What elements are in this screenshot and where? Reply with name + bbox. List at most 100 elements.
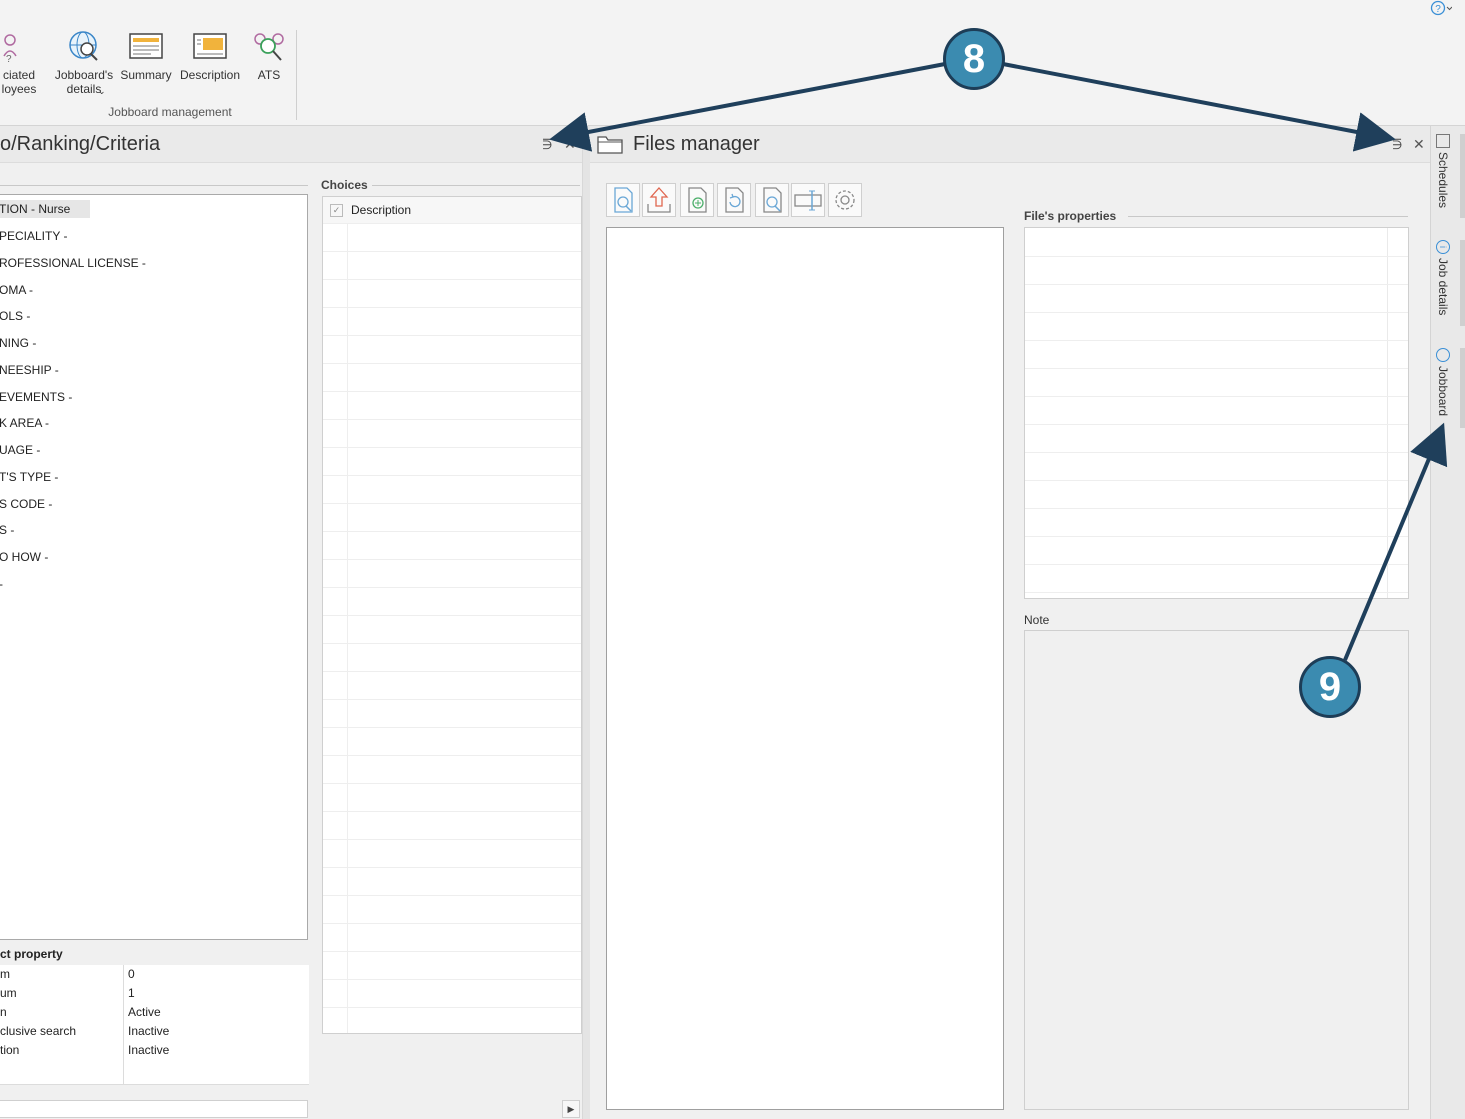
criteria-item[interactable]: TION - Nurse <box>0 200 91 218</box>
criteria-item[interactable]: NING - <box>0 334 36 352</box>
associated-employees-label: ciated loyees <box>1 68 37 96</box>
pin-icon[interactable]: ⋽ <box>542 138 552 152</box>
associated-employees-button[interactable]: ? ciated loyees <box>0 30 38 96</box>
description-label: Description <box>179 68 241 82</box>
description-button[interactable]: Description <box>176 30 244 82</box>
property-row[interactable]: clusive search Inactive <box>0 1022 309 1042</box>
file-property-row[interactable] <box>1025 312 1408 341</box>
choices-row[interactable] <box>323 335 581 364</box>
property-row[interactable]: m0 <box>0 965 309 985</box>
svg-text:?: ? <box>6 54 12 64</box>
file-property-row[interactable] <box>1025 424 1408 453</box>
ats-button[interactable]: ATS <box>250 30 288 82</box>
file-property-row[interactable] <box>1025 508 1408 537</box>
choices-row[interactable] <box>323 1007 581 1033</box>
choices-row[interactable] <box>323 755 581 784</box>
add-file-icon <box>688 187 707 213</box>
file-property-row[interactable] <box>1025 452 1408 481</box>
choices-row[interactable] <box>323 531 581 560</box>
choices-grid[interactable]: ✓ Description <box>322 196 582 1034</box>
choices-row[interactable] <box>323 839 581 868</box>
choices-row[interactable] <box>323 251 581 280</box>
choices-row[interactable] <box>323 979 581 1008</box>
file-property-row[interactable] <box>1025 340 1408 369</box>
close-icon[interactable]: ✕ <box>1413 136 1425 153</box>
criteria-item[interactable]: NEESHIP - <box>0 361 59 379</box>
search-file-button[interactable] <box>755 183 789 217</box>
choices-row[interactable] <box>323 671 581 700</box>
property-row[interactable] <box>0 1060 309 1085</box>
criteria-item[interactable]: S CODE - <box>0 495 52 513</box>
choices-row[interactable] <box>323 279 581 308</box>
property-row[interactable]: n Active <box>0 1003 309 1023</box>
criteria-item[interactable]: T'S TYPE - <box>0 468 58 486</box>
criteria-item[interactable]: UAGE - <box>0 441 40 459</box>
property-row[interactable]: tion Inactive <box>0 1041 309 1061</box>
choices-row[interactable] <box>323 307 581 336</box>
pin-icon[interactable]: ⋽ <box>1392 138 1402 152</box>
choices-row[interactable] <box>323 811 581 840</box>
close-icon[interactable]: ✕ <box>564 136 576 153</box>
property-title: ct property <box>0 947 63 961</box>
file-property-row[interactable] <box>1025 396 1408 425</box>
choices-row[interactable] <box>323 363 581 392</box>
choices-row[interactable] <box>323 615 581 644</box>
choices-row[interactable] <box>323 867 581 896</box>
file-property-row[interactable] <box>1025 256 1408 285</box>
folder-icon <box>597 136 623 154</box>
property-name: tion <box>0 1043 20 1057</box>
file-property-row[interactable] <box>1025 564 1408 593</box>
preview-file-button[interactable] <box>606 183 640 217</box>
side-tab-jobboard[interactable]: Jobboard <box>1436 348 1450 416</box>
choices-row[interactable] <box>323 587 581 616</box>
choices-row[interactable] <box>323 559 581 588</box>
choices-row[interactable] <box>323 699 581 728</box>
side-tab-job-details[interactable]: i Job details <box>1436 240 1450 315</box>
side-tab-indicator <box>1460 240 1465 326</box>
choices-row[interactable] <box>323 475 581 504</box>
criteria-item[interactable]: OMA - <box>0 281 33 299</box>
file-property-row[interactable] <box>1025 284 1408 313</box>
file-property-row[interactable] <box>1025 368 1408 397</box>
choices-row[interactable] <box>323 391 581 420</box>
file-property-row[interactable] <box>1025 480 1408 509</box>
horizontal-scrollbar[interactable] <box>0 1100 308 1118</box>
settings-button[interactable] <box>828 183 862 217</box>
file-properties-grid[interactable] <box>1024 227 1409 599</box>
criteria-item[interactable]: PECIALITY - <box>0 227 67 245</box>
upload-file-button[interactable] <box>642 183 676 217</box>
choices-row[interactable] <box>323 447 581 476</box>
choices-row[interactable] <box>323 643 581 672</box>
choices-row[interactable] <box>323 951 581 980</box>
help-icon[interactable]: ? <box>1430 0 1452 16</box>
refresh-file-button[interactable] <box>717 183 751 217</box>
side-tab-jobboard-label: Jobboard <box>1436 366 1450 417</box>
jobboard-details-button[interactable]: Jobboard's details ⌄ <box>50 30 118 96</box>
criteria-item[interactable]: EVEMENTS - <box>0 388 72 406</box>
checkbox-icon[interactable]: ✓ <box>330 204 343 217</box>
criteria-item[interactable]: K AREA - <box>0 414 49 432</box>
choices-row[interactable] <box>323 223 581 252</box>
choices-row[interactable] <box>323 503 581 532</box>
files-list[interactable] <box>606 227 1004 1110</box>
criteria-item[interactable]: ROFESSIONAL LICENSE - <box>0 254 146 272</box>
side-tab-schedules[interactable]: Schedules <box>1436 134 1450 208</box>
choices-row[interactable] <box>323 727 581 756</box>
rename-file-button[interactable] <box>791 183 825 217</box>
criteria-item[interactable]: O HOW - <box>0 548 48 566</box>
criteria-item[interactable]: OLS - <box>0 307 30 325</box>
add-file-button[interactable] <box>680 183 714 217</box>
choices-row[interactable] <box>323 923 581 952</box>
criteria-item[interactable]: S - <box>0 521 14 539</box>
file-property-row[interactable] <box>1025 536 1408 565</box>
criteria-list[interactable]: TION - Nurse PECIALITY - ROFESSIONAL LIC… <box>0 194 308 940</box>
choices-row[interactable] <box>323 895 581 924</box>
choices-row[interactable] <box>323 783 581 812</box>
file-property-row[interactable] <box>1025 228 1408 257</box>
scroll-right-arrow-icon[interactable]: ▶ <box>562 1100 580 1118</box>
choices-row[interactable] <box>323 419 581 448</box>
ribbon: ? ciated loyees Jobboard's details ⌄ Sum… <box>0 0 1465 126</box>
summary-button[interactable]: Summary <box>120 30 172 82</box>
criteria-item[interactable]: - <box>0 575 3 593</box>
property-row[interactable]: um 1 <box>0 984 309 1004</box>
